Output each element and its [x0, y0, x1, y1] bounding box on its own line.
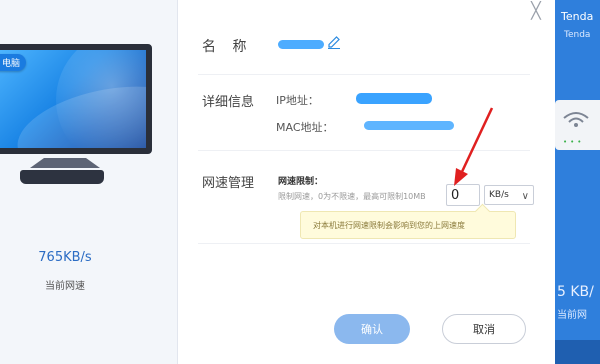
mac-redaction [364, 121, 454, 130]
device-settings-dialog: ╳ 名 称 详细信息 IP地址： MAC地址： 网速管理 网速限制： 限制网速，… [178, 0, 555, 364]
confirm-button[interactable]: 确认 [334, 314, 410, 344]
edit-icon[interactable] [326, 34, 342, 50]
mac-address-label: MAC地址： [276, 121, 334, 134]
divider [198, 74, 530, 75]
speed-limit-hint: 限制网速，0为不限速，最高可限制10MB [278, 192, 426, 201]
speed-unit-select[interactable]: KB/s ∨ [484, 185, 534, 205]
speed-limit-tooltip: 对本机进行网速限制会影响到您的上网速度 [300, 211, 516, 239]
router-speed-label: 当前网 [557, 310, 587, 321]
ip-address-label: IP地址： [276, 94, 319, 107]
detail-info-label: 详细信息 [202, 95, 255, 110]
router-panel: Tenda Tenda ••• 5 KB/ 当前网 [555, 0, 600, 364]
router-status-lights: ••• [563, 138, 585, 146]
close-icon[interactable]: ╳ [527, 2, 545, 20]
cancel-button[interactable]: 取消 [442, 314, 526, 344]
router-brand-sub: Tenda [564, 30, 591, 40]
monitor-stand [30, 158, 100, 168]
device-panel: 电脑 765KB/s 当前网速 [0, 0, 178, 364]
current-speed-value: 765KB/s [38, 250, 92, 265]
router-brand: Tenda [561, 10, 594, 23]
chevron-down-icon: ∨ [521, 191, 529, 202]
speed-unit-selected: KB/s [489, 190, 509, 200]
name-redaction [278, 40, 324, 49]
device-type-badge: 电脑 [0, 54, 27, 71]
router-panel-footer [555, 340, 600, 364]
router-speed-value: 5 KB/ [557, 284, 594, 300]
current-speed-label: 当前网速 [45, 281, 85, 292]
divider [198, 243, 530, 244]
monitor-foot [20, 170, 104, 184]
arrow-annotation-icon [454, 107, 494, 186]
wifi-icon [563, 112, 589, 127]
speed-limit-title: 网速限制： [278, 177, 324, 187]
name-label: 名 称 [202, 39, 253, 55]
speed-management-label: 网速管理 [202, 176, 255, 191]
ip-redaction [356, 93, 432, 104]
